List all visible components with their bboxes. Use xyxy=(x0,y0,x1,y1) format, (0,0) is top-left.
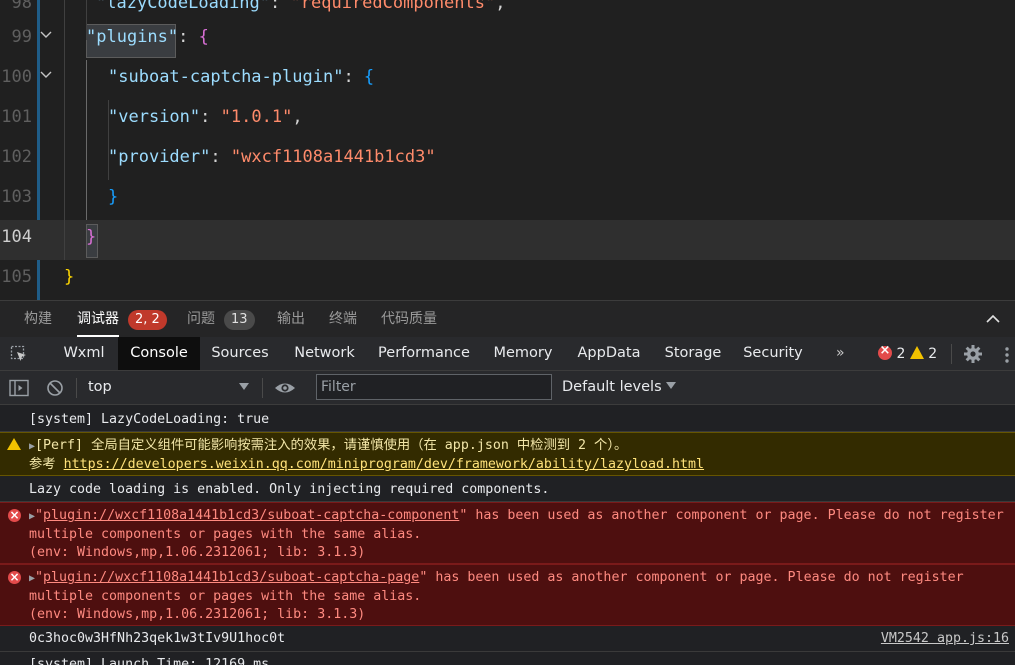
message-text: ▶[Perf] 全局自定义组件可能影响按需注入的效果，请谨慎使用（在 app.j… xyxy=(29,438,705,472)
code-line-105[interactable]: 105 } xyxy=(0,260,1015,300)
line-number: 103 xyxy=(1,187,32,207)
tab-build[interactable]: 构建 xyxy=(24,301,52,337)
log-levels-dropdown[interactable]: Default levels xyxy=(562,379,676,395)
code-text: "version": "1.0.1", xyxy=(108,107,303,127)
tab-debugger[interactable]: 调试器 xyxy=(77,301,119,337)
line-number: 101 xyxy=(1,107,32,127)
indent-guide xyxy=(64,0,65,260)
code-text: "provider": "wxcf1108a1441b1cd3" xyxy=(108,147,436,167)
sidebar-toggle-icon[interactable] xyxy=(9,379,29,397)
plugin-link[interactable]: plugin://wxcf1108a1441b1cd3/suboat-captc… xyxy=(43,508,459,523)
gear-icon[interactable] xyxy=(963,344,983,364)
warning-icon xyxy=(909,346,924,359)
devtools-tab-bar: Wxml Console Sources Network Performance… xyxy=(0,337,1015,371)
line-number: 100 xyxy=(1,67,32,87)
console-message[interactable]: [system] LazyCodeLoading: true xyxy=(0,405,1015,432)
line-number: 98 xyxy=(11,0,32,13)
message-text: ▶"plugin://wxcf1108a1441b1cd3/suboat-cap… xyxy=(29,570,972,622)
divider xyxy=(262,378,263,398)
tab-sources[interactable]: Sources xyxy=(205,337,275,370)
tab-wxml[interactable]: Wxml xyxy=(54,337,114,370)
line-number: 104 xyxy=(1,227,32,247)
console-output[interactable]: [system] LazyCodeLoading: true ▶[Perf] 全… xyxy=(0,405,1015,665)
tab-memory[interactable]: Memory xyxy=(487,337,559,370)
error-icon xyxy=(8,506,21,524)
console-error[interactable]: ▶"plugin://wxcf1108a1441b1cd3/suboat-cap… xyxy=(0,502,1015,564)
error-count: 2 xyxy=(896,346,906,362)
panel-tab-bar: 构建 调试器 2, 2 问题 13 输出 终端 代码质量 xyxy=(0,300,1015,337)
console-message[interactable]: [system] Launch Time: 12169 ms xyxy=(0,652,1015,665)
divider xyxy=(951,344,952,364)
chevron-up-icon[interactable] xyxy=(985,311,1001,327)
code-editor[interactable]: 98 "lazyCodeLoading": "requiredComponent… xyxy=(0,0,1015,300)
fold-chevron-icon[interactable] xyxy=(40,29,52,41)
code-text: "suboat-captcha-plugin": { xyxy=(108,67,375,87)
tab-output[interactable]: 输出 xyxy=(277,301,305,337)
code-text: } xyxy=(64,267,75,287)
console-toolbar: top Default levels xyxy=(0,371,1015,405)
line-number: 105 xyxy=(1,267,32,287)
console-message[interactable]: Lazy code loading is enabled. Only injec… xyxy=(0,476,1015,502)
message-text: Lazy code loading is enabled. Only injec… xyxy=(29,482,550,497)
plugin-link[interactable]: plugin://wxcf1108a1441b1cd3/suboat-captc… xyxy=(43,570,419,585)
source-link[interactable]: VM2542 app.js:16 xyxy=(881,630,1009,648)
indent-guide xyxy=(108,100,109,180)
error-icon xyxy=(878,343,892,360)
chevron-down-icon[interactable] xyxy=(239,383,249,390)
warning-icon xyxy=(7,438,21,450)
message-text: [system] Launch Time: 12169 ms xyxy=(29,657,270,665)
code-line-100[interactable]: 100 "suboat-captcha-plugin": { xyxy=(0,60,1015,100)
doc-link[interactable]: https://developers.weixin.qq.com/minipro… xyxy=(64,457,704,472)
tab-performance[interactable]: Performance xyxy=(372,337,476,370)
issues-count-badge: 13 xyxy=(224,310,255,330)
code-line-104[interactable]: 104 } xyxy=(0,220,1015,260)
warning-count: 2 xyxy=(928,346,938,362)
indent-guide xyxy=(86,0,87,40)
tab-appdata[interactable]: AppData xyxy=(571,337,647,370)
filter-input[interactable] xyxy=(316,374,552,400)
eye-icon[interactable] xyxy=(274,379,296,397)
inspect-element-icon[interactable] xyxy=(10,345,28,363)
chevron-down-icon xyxy=(665,382,676,389)
error-icon xyxy=(8,568,21,586)
tab-issues[interactable]: 问题 xyxy=(187,301,215,337)
code-text: "lazyCodeLoading": "requiredComponents", xyxy=(96,0,506,13)
message-text: ▶"plugin://wxcf1108a1441b1cd3/suboat-cap… xyxy=(29,508,1012,560)
console-message[interactable]: 0c3hoc0w3HfNh23qek1w3tIv9U1hoc0t VM2542 … xyxy=(0,626,1015,652)
log-levels-label: Default levels xyxy=(562,379,662,395)
indent-guide xyxy=(86,60,87,220)
line-number: 102 xyxy=(1,147,32,167)
console-error[interactable]: ▶"plugin://wxcf1108a1441b1cd3/suboat-cap… xyxy=(0,564,1015,626)
tab-storage[interactable]: Storage xyxy=(657,337,729,370)
code-text: } xyxy=(108,187,119,207)
line-number: 99 xyxy=(11,27,32,47)
code-text: } xyxy=(86,227,97,247)
code-line-101[interactable]: 101 "version": "1.0.1", xyxy=(0,100,1015,140)
context-selector[interactable]: top xyxy=(88,379,112,395)
debugger-count-badge: 2, 2 xyxy=(128,310,167,330)
message-text: 0c3hoc0w3HfNh23qek1w3tIv9U1hoc0t xyxy=(29,631,286,646)
tab-console[interactable]: Console xyxy=(118,337,200,370)
more-options-icon[interactable] xyxy=(1003,346,1011,364)
console-warning[interactable]: ▶[Perf] 全局自定义组件可能影响按需注入的效果，请谨慎使用（在 app.j… xyxy=(0,432,1015,476)
tab-terminal[interactable]: 终端 xyxy=(329,301,357,337)
divider xyxy=(76,378,77,398)
tab-code-quality[interactable]: 代码质量 xyxy=(381,301,437,337)
fold-chevron-icon[interactable] xyxy=(40,69,52,81)
tab-security[interactable]: Security xyxy=(740,337,806,370)
code-text: "plugins": { xyxy=(86,27,209,47)
clear-console-icon[interactable] xyxy=(46,379,64,397)
code-line-103[interactable]: 103 } xyxy=(0,180,1015,220)
issues-counter[interactable]: 2 2 xyxy=(878,343,938,362)
tab-network[interactable]: Network xyxy=(287,337,362,370)
more-tabs-button[interactable]: » xyxy=(836,345,845,361)
code-line-102[interactable]: 102 "provider": "wxcf1108a1441b1cd3" xyxy=(0,140,1015,180)
code-line-99[interactable]: 99 "plugins": { xyxy=(0,20,1015,60)
message-text: [system] LazyCodeLoading: true xyxy=(29,412,270,427)
